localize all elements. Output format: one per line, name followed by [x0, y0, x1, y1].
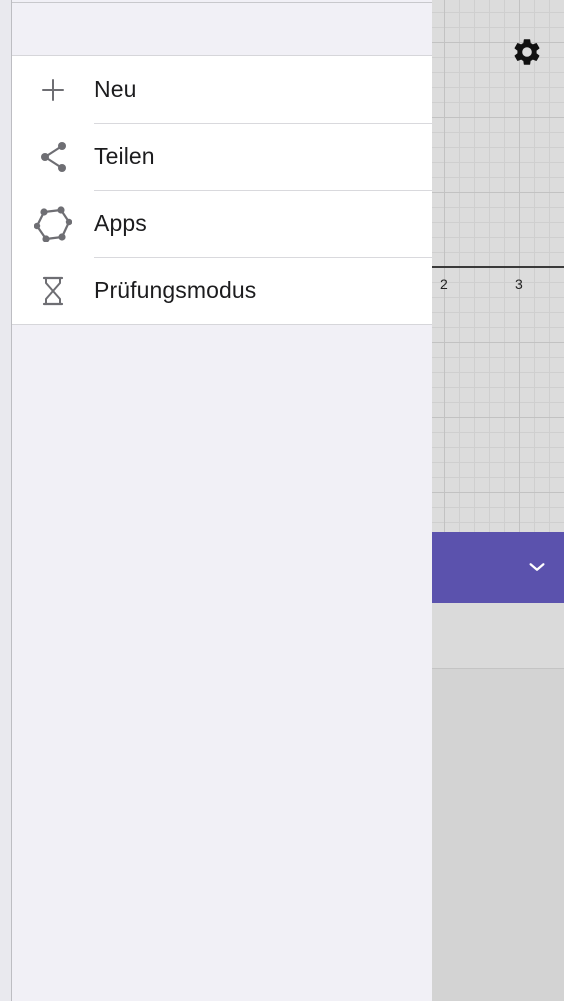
menu-item-apps[interactable]: Apps [12, 190, 432, 257]
apps-icon [12, 190, 94, 257]
collapse-button[interactable] [522, 552, 552, 582]
side-menu: Neu Teilen Apps Prüfungsmodus [12, 0, 432, 1001]
menu-list: Neu Teilen Apps Prüfungsmodus [12, 56, 432, 325]
plus-icon [12, 56, 94, 123]
screen: 2 3 Neu Teilen Apps Prüfungsmodus [0, 0, 564, 1001]
x-tick-label: 3 [515, 276, 523, 292]
menu-header [12, 3, 432, 56]
menu-item-exam-mode[interactable]: Prüfungsmodus [12, 257, 432, 324]
menu-item-label: Apps [94, 210, 147, 236]
underlying-page-edge [0, 0, 12, 1001]
menu-item-label: Teilen [94, 143, 155, 169]
x-tick-label: 2 [440, 276, 448, 292]
settings-button[interactable] [508, 33, 546, 71]
chevron-down-icon [529, 563, 545, 571]
hourglass-icon [12, 257, 94, 324]
menu-item-share[interactable]: Teilen [12, 123, 432, 190]
menu-item-label: Neu [94, 76, 137, 102]
menu-item-label: Prüfungsmodus [94, 277, 257, 303]
gear-icon [514, 39, 540, 65]
menu-item-new[interactable]: Neu [12, 56, 432, 123]
share-icon [12, 123, 94, 190]
